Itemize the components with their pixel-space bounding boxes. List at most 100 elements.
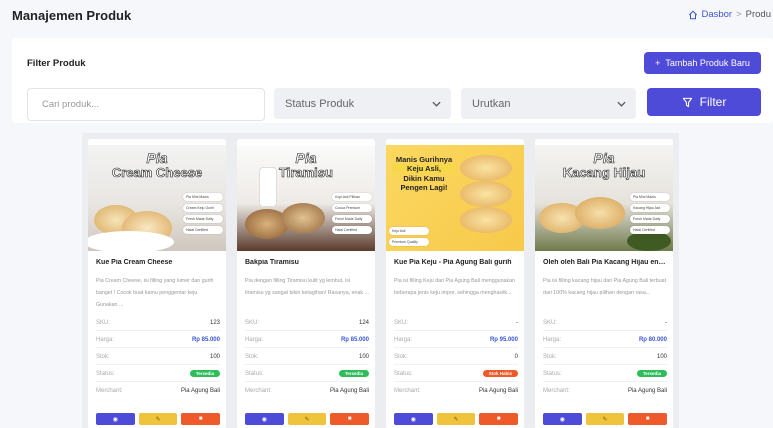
breadcrumb-separator: > [736,9,742,20]
price-value: Rp 85.000 [340,336,369,343]
spec-sku: SKU: - [543,315,667,331]
feature-pill: Kacang Hijau Asli [630,204,670,212]
pastry [460,155,512,181]
product-name[interactable]: Kue Pia Keju - Pia Agung Bali gurih [394,259,518,266]
price-value: Rp 85.000 [191,336,220,343]
trash-icon: ■ [347,416,352,422]
delete-button[interactable]: ■ [628,413,668,425]
spec-key: SKU: [543,319,558,326]
feature-pill: Cocoa Premium [332,204,372,212]
spec-merchant: Merchant: Pia Agung Bali [96,383,220,399]
filter-button-label: Filter [699,95,727,109]
spec-value: 124 [358,319,369,326]
delete-button[interactable]: ■ [330,413,370,425]
card-actions: ◉ ✎ ■ [543,413,668,425]
breadcrumb-current: Produ [745,9,771,20]
spec-value: 100 [656,353,667,360]
product-grid: Pia Cream Cheese Pia Mini Manis Cream Ke… [82,133,679,428]
status-badge: Tersedia [189,370,220,377]
product-description: Pia dengan filling Tiramisu kulit yg lem… [245,278,369,296]
edit-button[interactable]: ✎ [436,413,476,425]
plus-icon: + [655,58,661,68]
breadcrumb-home[interactable]: Dasbor [688,9,732,20]
feature-pill: Fresh Made Daily [332,215,372,223]
banner-bottom: Dikin Kamu Pengen Lagi! [400,173,448,193]
spec-merchant: Merchant: Pia Agung Bali [394,383,518,399]
sort-select[interactable]: Urutkan [461,88,636,119]
pencil-icon: ✎ [602,416,608,423]
edit-button[interactable]: ✎ [138,413,178,425]
view-button[interactable]: ◉ [394,413,433,425]
breadcrumb: Dasbor > Produ [688,9,771,20]
pastry [575,197,625,229]
view-button[interactable]: ◉ [543,413,582,425]
glass [259,167,277,207]
add-product-button[interactable]: + Tambah Produk Baru [644,52,761,74]
funnel-icon [682,97,692,107]
feature-pill: Pia Mini Manis [630,193,670,201]
spec-sku: SKU: 124 [245,315,369,331]
green-beans [627,231,671,251]
pencil-icon: ✎ [453,416,459,423]
spec-key: Status: [96,370,115,377]
banner-top: Pia [146,150,168,166]
chevron-down-icon [617,101,626,107]
spec-value: 0 [514,353,518,360]
spec-value: 100 [209,353,220,360]
product-description: Pia Cream Cheese, isi filling yang lumer… [96,278,214,308]
spec-key: Merchant: [543,388,570,394]
banner-top: Manis Gurihnya [395,155,453,164]
card-actions: ◉ ✎ ■ [96,413,221,425]
spec-price: Harga: Rp 95.000 [394,332,518,348]
spec-key: SKU: [245,319,260,326]
product-image: Pia Kacang Hijau Pia Mini Manis Kacang H… [535,145,673,251]
banner-text: Pia Tiramisu [237,151,375,180]
spec-key: SKU: [96,319,111,326]
card-actions: ◉ ✎ ■ [245,413,370,425]
spec-stock: Stok: 0 [394,349,518,365]
spec-status: Status: Tersedia [543,366,667,382]
feature-pill: Keju Asli [389,227,429,235]
price-value: Rp 80.000 [638,336,667,343]
status-badge: Stok Habis [482,370,518,377]
banner-top: Pia [593,150,615,166]
status-select[interactable]: Status Produk [274,88,451,119]
filter-button[interactable]: Filter [647,88,761,116]
home-icon [689,10,698,19]
eye-icon: ◉ [112,416,118,423]
spec-value: - [665,319,667,326]
delete-button[interactable]: ■ [181,413,221,425]
spec-status: Status: Tersedia [245,366,369,382]
page-title: Manajemen Produk [12,8,132,23]
product-name[interactable]: Oleh oleh Bali Pia Kacang Hijau ena... [543,259,667,266]
search-input[interactable]: Cari produk... [27,88,265,121]
filter-panel: Filter Produk + Tambah Produk Baru Cari … [12,38,773,123]
banner-text: Manis Gurihnya Keju Asli, Dikin Kamu Pen… [392,155,456,193]
spec-merchant: Merchant: Pia Agung Bali [245,383,369,399]
spec-merchant: Merchant: Pia Agung Bali [543,383,667,399]
spec-stock: Stok: 100 [245,349,369,365]
spec-key: Status: [394,370,413,377]
breadcrumb-home-label[interactable]: Dasbor [701,9,732,20]
banner-text: Pia Cream Cheese [88,150,226,180]
spec-key: Stok: [96,353,110,360]
product-name[interactable]: Bakpia Tiramisu [245,259,369,266]
product-name[interactable]: Kue Pia Cream Cheese [96,259,220,266]
edit-button[interactable]: ✎ [287,413,327,425]
spec-key: Stok: [394,353,408,360]
edit-button[interactable]: ✎ [585,413,625,425]
product-card: Pia Cream Cheese Pia Mini Manis Cream Ke… [88,139,226,428]
spec-value: Pia Agung Bali [627,388,667,394]
pencil-icon: ✎ [304,416,310,423]
spec-key: Merchant: [394,388,421,394]
plate [88,231,174,251]
chevron-down-icon [432,101,441,107]
delete-button[interactable]: ■ [479,413,519,425]
spec-value: 100 [358,353,369,360]
trash-icon: ■ [496,416,501,422]
spec-status: Status: Stok Habis [394,366,518,382]
feature-pill: Fresh Made Daily [183,215,223,223]
spec-value: Pia Agung Bali [329,388,369,394]
view-button[interactable]: ◉ [245,413,284,425]
view-button[interactable]: ◉ [96,413,135,425]
